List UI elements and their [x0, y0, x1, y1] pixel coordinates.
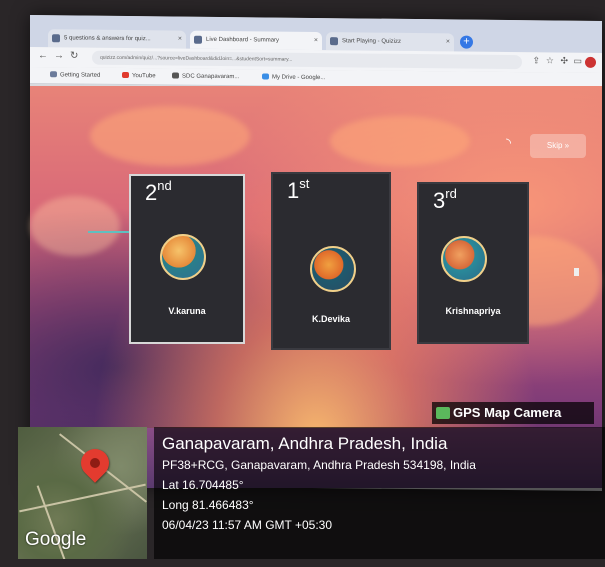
player-name: V.karuna: [168, 306, 206, 316]
gps-info-panel: Ganapavaram, Andhra Pradesh, India PF38+…: [154, 427, 605, 559]
globe-icon: [172, 72, 179, 79]
player-avatar-icon: [310, 246, 356, 292]
gps-timestamp: 06/04/23 11:57 AM GMT +05:30: [162, 518, 333, 532]
rank-label: 2nd: [145, 178, 172, 205]
gps-app-name: GPS Map Camera: [453, 405, 562, 420]
gps-address: PF38+RCG, Ganapavaram, Andhra Pradesh 53…: [162, 458, 476, 472]
map-thumbnail: Google: [18, 427, 147, 559]
new-tab-button[interactable]: +: [460, 35, 473, 49]
browser-tab-active[interactable]: Live Dashboard - Summary ×: [190, 30, 322, 51]
bookmark-label: YouTube: [132, 73, 156, 80]
player-name: K.Devika: [311, 314, 351, 324]
star-icon[interactable]: ☆: [546, 55, 554, 66]
bookmark-item[interactable]: YouTube: [122, 70, 156, 82]
player-name: Krishnapriya: [445, 306, 501, 316]
sidepanel-icon[interactable]: ▭: [573, 56, 582, 67]
tab-label: Live Dashboard - Summary: [206, 36, 280, 44]
gps-place: Ganapavaram, Andhra Pradesh, India: [162, 434, 448, 453]
drive-icon: [262, 73, 269, 80]
bookmark-label: My Drive - Google...: [272, 74, 326, 82]
loading-icon: ◝: [506, 135, 512, 150]
podium-card-second: 2nd V.karuna: [129, 174, 245, 344]
share-icon[interactable]: ⇪: [532, 55, 540, 66]
forward-arrow-icon[interactable]: →: [54, 50, 64, 61]
gps-app-label: GPS Map Camera: [432, 402, 594, 424]
favicon-icon: [52, 34, 60, 43]
rank-label: 3rd: [433, 186, 457, 213]
bookmark-label: Getting Started: [60, 72, 101, 79]
google-logo: Google: [25, 529, 87, 550]
close-icon[interactable]: ×: [314, 32, 318, 50]
skip-button[interactable]: Skip »: [530, 134, 586, 158]
gps-latitude: Lat 16.704485°: [162, 478, 244, 492]
podium-card-first: 1st K.Devika: [271, 172, 391, 350]
tab-label: 5 questions & answers for quiz...: [64, 35, 151, 43]
url-field[interactable]: quizizz.com/admin/quiz/...?source=liveDa…: [92, 50, 522, 70]
bookmark-icon: [50, 71, 57, 78]
cloud-decoration: [330, 116, 470, 166]
gps-longitude: Long 81.466483°: [162, 498, 254, 512]
favicon-icon: [194, 35, 202, 44]
close-icon[interactable]: ×: [446, 33, 450, 51]
close-icon[interactable]: ×: [178, 31, 182, 49]
cloud-decoration: [90, 106, 250, 166]
bookmark-item[interactable]: SDC Ganapavaram...: [172, 70, 239, 83]
bookmark-item[interactable]: Getting Started: [50, 69, 100, 82]
tab-label: Start Playing - Quizizz: [342, 38, 402, 45]
cloud-decoration: [30, 196, 120, 256]
favicon-icon: [330, 37, 338, 46]
player-avatar-icon: [441, 236, 487, 282]
mouse-cursor-icon: [574, 268, 579, 276]
rank-label: 1st: [287, 176, 310, 203]
youtube-icon: [122, 72, 129, 79]
camera-icon: [436, 406, 450, 419]
player-avatar-icon: [160, 234, 206, 280]
reload-icon[interactable]: ↻: [70, 50, 78, 61]
extensions-icon[interactable]: ✣: [560, 56, 568, 67]
pointer-line: [88, 231, 130, 233]
podium-card-third: 3rd Krishnapriya: [417, 182, 529, 344]
browser-tab[interactable]: 5 questions & answers for quiz... ×: [48, 29, 186, 49]
back-arrow-icon[interactable]: ←: [38, 50, 48, 61]
bookmark-item[interactable]: My Drive - Google...: [262, 71, 325, 84]
bookmark-label: SDC Ganapavaram...: [182, 73, 240, 81]
browser-tab[interactable]: Start Playing - Quizizz ×: [326, 32, 454, 52]
profile-avatar-icon[interactable]: [585, 56, 596, 68]
